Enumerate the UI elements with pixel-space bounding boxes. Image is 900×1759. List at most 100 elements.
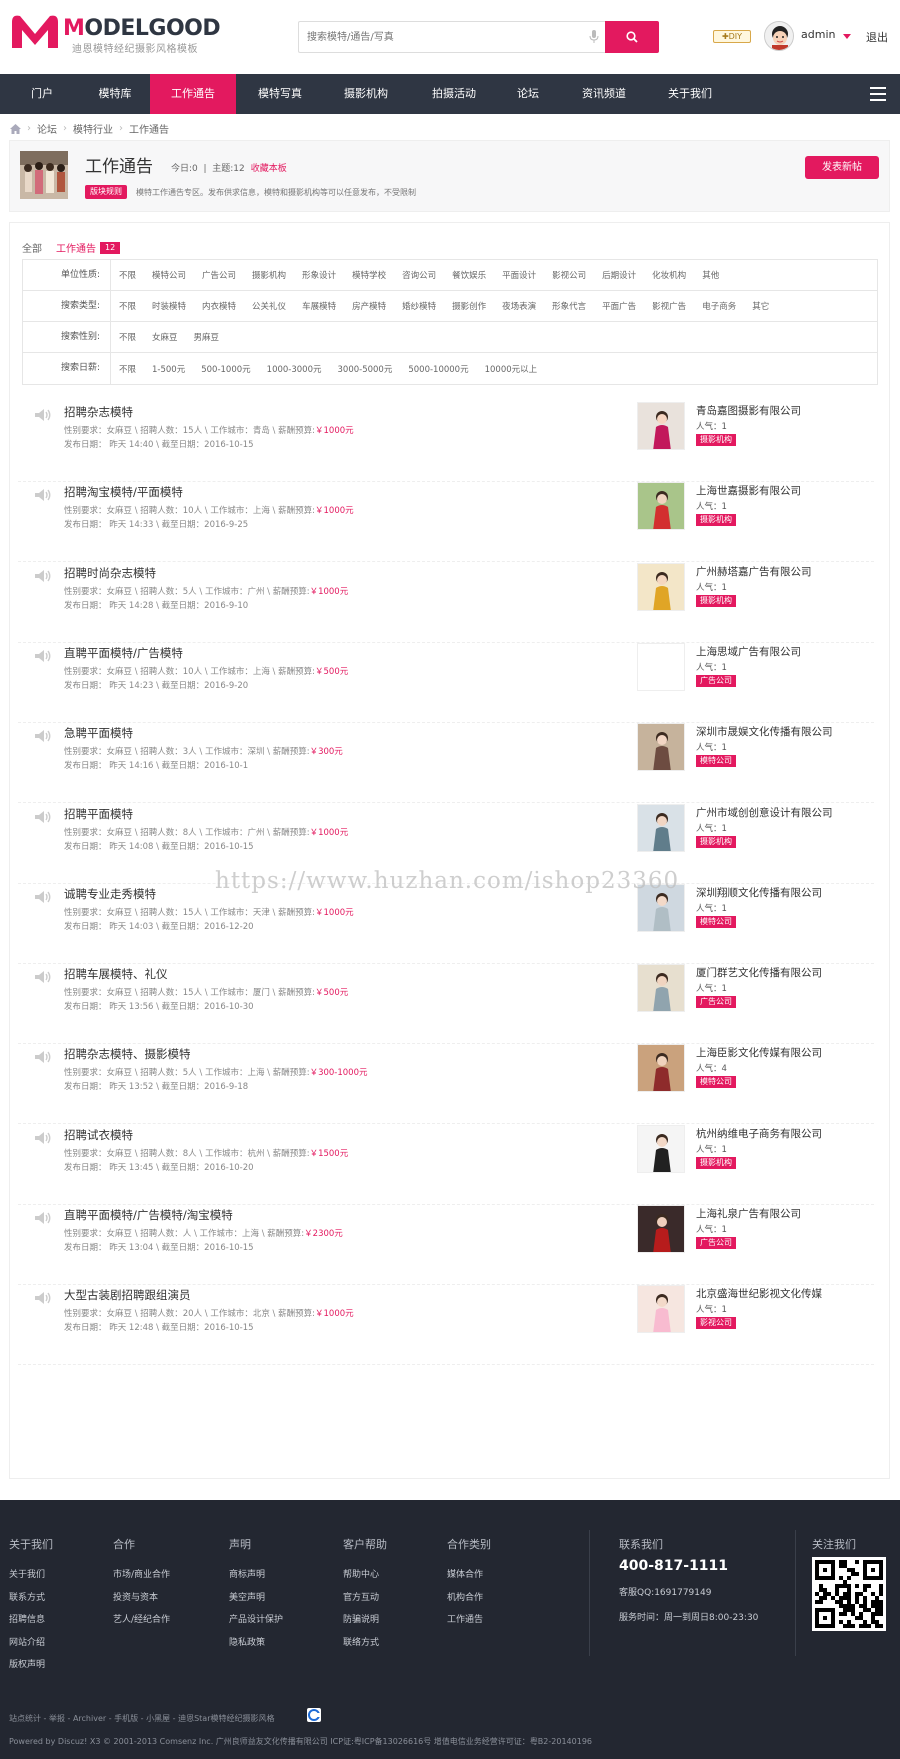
filter-option[interactable]: 内衣模特: [202, 300, 236, 312]
thread-row[interactable]: 招聘淘宝模特/平面模特 性别要求：女麻豆 \ 招聘人数：10人 \ 工作城市：上海…: [18, 472, 874, 563]
footer-link[interactable]: 网站介绍: [9, 1632, 53, 1655]
filter-option[interactable]: 化妆机构: [652, 269, 686, 281]
username[interactable]: admin: [801, 28, 835, 41]
filter-option[interactable]: 摄影创作: [452, 300, 486, 312]
company-name[interactable]: 上海思域广告有限公司: [696, 644, 801, 659]
footer-link[interactable]: 市场/商业合作: [113, 1564, 170, 1587]
company-name[interactable]: 广州市域创创意设计有限公司: [696, 805, 833, 820]
nav-item-news[interactable]: 资讯频道: [564, 74, 644, 114]
logout-link[interactable]: 退出: [866, 29, 888, 45]
thread-title[interactable]: 直聘平面模特/广告模特: [64, 645, 183, 661]
thread-row[interactable]: 招聘杂志模特 性别要求：女麻豆 \ 招聘人数：15人 \ 工作城市：青岛 \ 薪酬…: [18, 392, 874, 482]
filter-option[interactable]: 车展模特: [302, 300, 336, 312]
filter-option[interactable]: 公关礼仪: [252, 300, 286, 312]
search-button[interactable]: [605, 21, 659, 53]
filter-option[interactable]: 3000-5000元: [338, 363, 393, 375]
filter-option[interactable]: 餐饮娱乐: [452, 269, 486, 281]
footer-link[interactable]: 工作通告: [447, 1609, 491, 1632]
filter-option[interactable]: 夜场表演: [502, 300, 536, 312]
filter-option[interactable]: 1000-3000元: [267, 363, 322, 375]
filter-option[interactable]: 其他: [702, 269, 719, 281]
new-post-button[interactable]: 发表新帖: [805, 156, 879, 179]
home-icon[interactable]: [10, 123, 21, 134]
thread-title[interactable]: 招聘试衣模特: [64, 1127, 133, 1143]
filter-option[interactable]: 不限: [119, 363, 136, 375]
company-image[interactable]: [637, 1285, 685, 1334]
company-name[interactable]: 北京盛海世纪影视文化传媒: [696, 1286, 822, 1301]
footer-link[interactable]: 媒体合作: [447, 1564, 491, 1587]
filter-option[interactable]: 女麻豆: [152, 331, 178, 343]
thread-row[interactable]: 招聘时尚杂志模特 性别要求：女麻豆 \ 招聘人数：5人 \ 工作城市：广州 \ 薪…: [18, 553, 874, 643]
menu-icon[interactable]: [870, 87, 886, 101]
filter-option[interactable]: 婚纱模特: [402, 300, 436, 312]
filter-option[interactable]: 影视广告: [652, 300, 686, 312]
filter-option[interactable]: 模特学校: [352, 269, 386, 281]
thread-title[interactable]: 诚聘专业走秀模特: [64, 886, 156, 902]
footer-link[interactable]: 美空声明: [229, 1587, 283, 1610]
company-name[interactable]: 广州赫塔嘉广告有限公司: [696, 564, 812, 579]
diy-button[interactable]: ✚DIY: [713, 30, 751, 43]
filter-option[interactable]: 500-1000元: [201, 363, 250, 375]
thread-title[interactable]: 直聘平面模特/广告模特/淘宝模特: [64, 1207, 233, 1223]
filter-option[interactable]: 形象代言: [552, 300, 586, 312]
filter-option[interactable]: 5000-10000元: [408, 363, 468, 375]
company-name[interactable]: 深圳翔顺文化传播有限公司: [696, 885, 822, 900]
thread-title[interactable]: 招聘车展模特、礼仪: [64, 966, 168, 982]
company-image[interactable]: [637, 642, 685, 691]
nav-item-forum[interactable]: 论坛: [502, 74, 554, 114]
nav-item-model-library[interactable]: 模特库: [80, 74, 150, 114]
company-image[interactable]: [637, 482, 685, 531]
filter-option[interactable]: 模特公司: [152, 269, 186, 281]
rules-badge[interactable]: 版块规则: [85, 185, 127, 199]
filter-option[interactable]: 男麻豆: [194, 331, 220, 343]
filter-option[interactable]: 10000元以上: [485, 363, 538, 375]
filter-option[interactable]: 不限: [119, 269, 136, 281]
filter-option[interactable]: 不限: [119, 331, 136, 343]
breadcrumb-industry[interactable]: 模特行业: [73, 121, 113, 136]
footer-phone[interactable]: 400-817-1111: [619, 1558, 728, 1574]
thread-row[interactable]: 急聘平面模特 性别要求：女麻豆 \ 招聘人数：3人 \ 工作城市：深圳 \ 薪酬预…: [18, 713, 874, 804]
footer-link[interactable]: 隐私政策: [229, 1632, 283, 1655]
filter-option[interactable]: 电子商务: [702, 300, 736, 312]
footer-link[interactable]: 投资与资本: [113, 1587, 170, 1610]
thread-title[interactable]: 招聘淘宝模特/平面模特: [64, 484, 183, 500]
footer-link[interactable]: 招聘信息: [9, 1609, 53, 1632]
company-name[interactable]: 杭州纳维电子商务有限公司: [696, 1126, 822, 1141]
company-name[interactable]: 深圳市晟娱文化传播有限公司: [696, 724, 833, 739]
filter-option[interactable]: 后期设计: [602, 269, 636, 281]
company-image[interactable]: [637, 1124, 685, 1173]
filter-option[interactable]: 其它: [752, 300, 769, 312]
footer-link[interactable]: 联络方式: [343, 1632, 387, 1655]
avatar[interactable]: [764, 21, 794, 51]
tab-all[interactable]: 全部: [22, 240, 42, 255]
footer-link[interactable]: 机构合作: [447, 1587, 491, 1610]
footer-link[interactable]: 防骗说明: [343, 1609, 387, 1632]
thread-row[interactable]: 直聘平面模特/广告模特 性别要求：女麻豆 \ 招聘人数：10人 \ 工作城市：上海…: [18, 633, 874, 723]
thread-row[interactable]: 招聘车展模特、礼仪 性别要求：女麻豆 \ 招聘人数：15人 \ 工作城市：厦门 \…: [18, 954, 874, 1045]
filter-option[interactable]: 形象设计: [302, 269, 336, 281]
filter-option[interactable]: 摄影机构: [252, 269, 286, 281]
nav-item-job-notices[interactable]: 工作通告: [150, 74, 236, 114]
site-logo[interactable]: MODELGOOD 迪恩模特经纪摄影风格模板: [8, 10, 228, 60]
chevron-down-icon[interactable]: [843, 34, 851, 39]
thread-row[interactable]: 招聘杂志模特、摄影模特 性别要求：女麻豆 \ 招聘人数：5人 \ 工作城市：上海 …: [18, 1034, 874, 1125]
thread-title[interactable]: 招聘杂志模特、摄影模特: [64, 1046, 191, 1062]
filter-option[interactable]: 不限: [119, 300, 136, 312]
footer-link[interactable]: 联系方式: [9, 1587, 53, 1610]
footer-link[interactable]: 关于我们: [9, 1564, 53, 1587]
favorite-link[interactable]: 收藏本板: [251, 164, 287, 174]
thread-row[interactable]: 招聘试衣模特 性别要求：女麻豆 \ 招聘人数：8人 \ 工作城市：杭州 \ 薪酬预…: [18, 1115, 874, 1205]
thread-row[interactable]: 直聘平面模特/广告模特/淘宝模特 性别要求：女麻豆 \ 招聘人数：人 \ 工作城市…: [18, 1195, 874, 1285]
search-input[interactable]: [299, 22, 569, 52]
filter-option[interactable]: 时装模特: [152, 300, 186, 312]
company-name[interactable]: 上海臣影文化传媒有限公司: [696, 1045, 822, 1060]
company-image[interactable]: [637, 1044, 685, 1093]
nav-item-photo-agencies[interactable]: 摄影机构: [326, 74, 406, 114]
filter-option[interactable]: 1-500元: [152, 363, 185, 375]
thread-title[interactable]: 招聘平面模特: [64, 806, 133, 822]
filter-option[interactable]: 平面设计: [502, 269, 536, 281]
footer-qq[interactable]: 客服QQ:1691779149: [619, 1585, 711, 1598]
footer-link[interactable]: 商标声明: [229, 1564, 283, 1587]
company-name[interactable]: 上海礼泉广告有限公司: [696, 1206, 801, 1221]
thread-title[interactable]: 招聘时尚杂志模特: [64, 565, 156, 581]
